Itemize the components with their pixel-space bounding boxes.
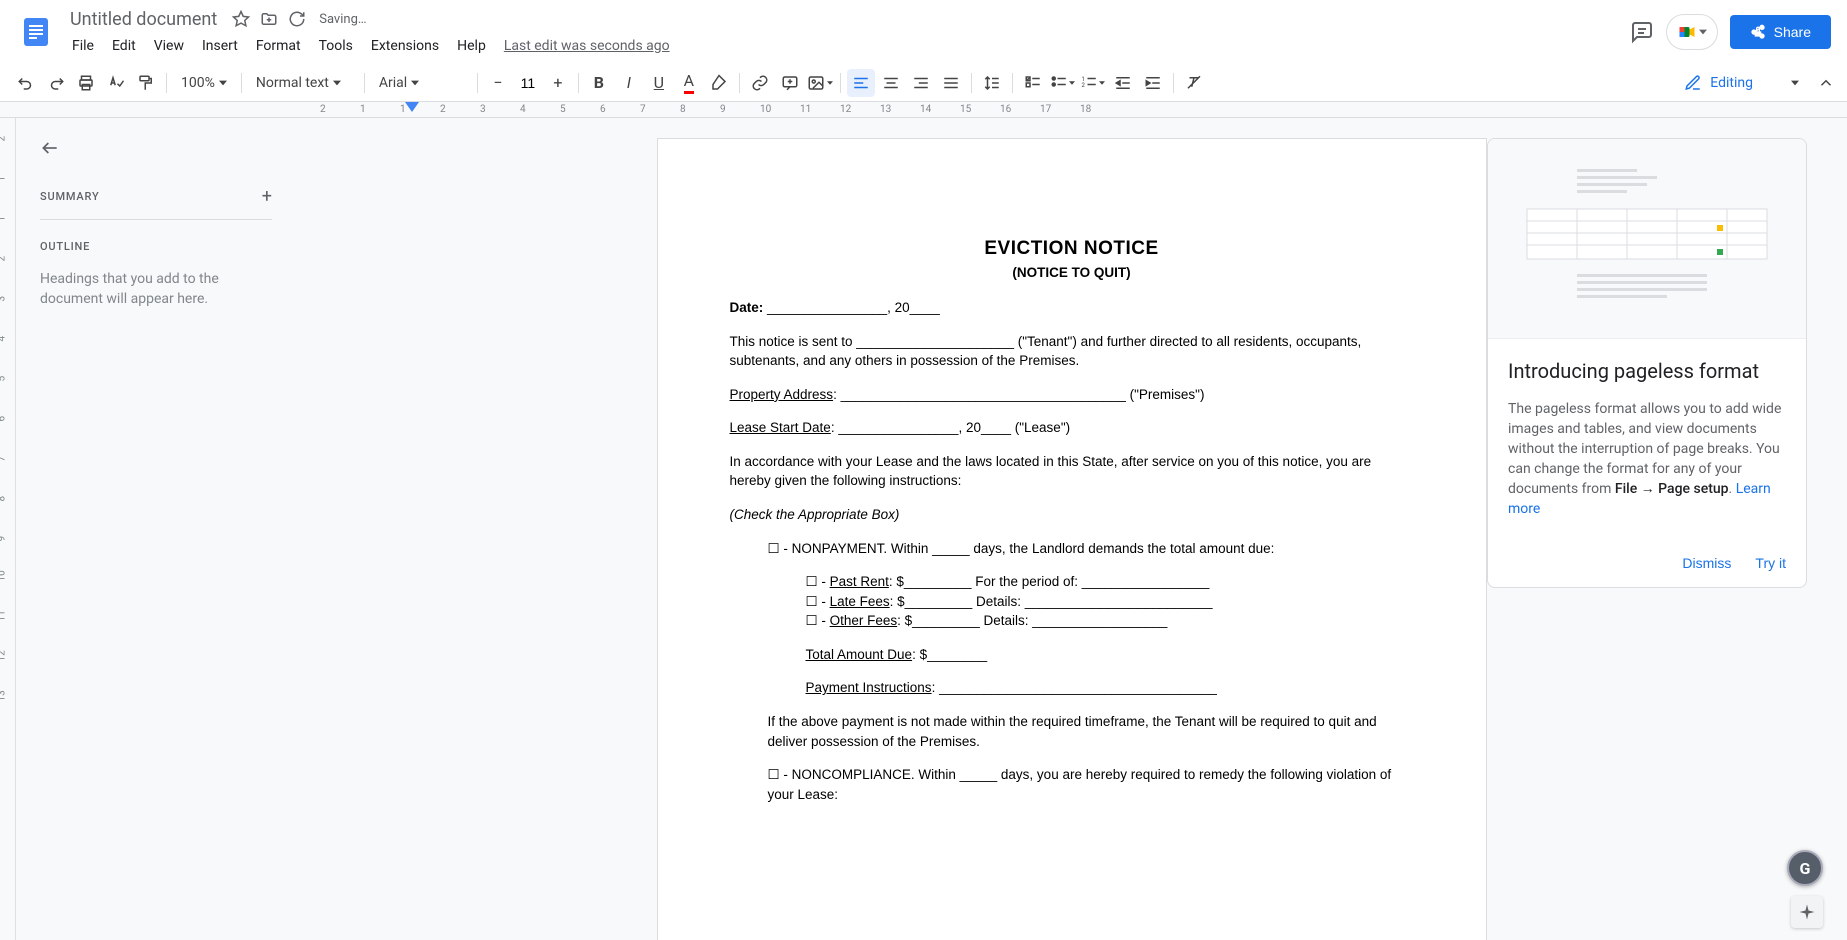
- fontsize-input[interactable]: [514, 75, 542, 91]
- paint-format-icon[interactable]: [132, 69, 160, 97]
- toolbar: 100% Normal text Arial − + B I U A 12 Ed…: [0, 64, 1847, 102]
- svg-text:2: 2: [1082, 81, 1086, 88]
- bullet-list-icon[interactable]: [1049, 69, 1077, 97]
- menu-view[interactable]: View: [146, 34, 192, 58]
- promo-text: The pageless format allows you to add wi…: [1508, 399, 1786, 519]
- summary-label: SUMMARY: [40, 190, 99, 203]
- outline-label: OUTLINE: [40, 240, 272, 253]
- meet-button[interactable]: [1666, 14, 1718, 50]
- promo-title: Introducing pageless format: [1508, 359, 1786, 383]
- highlight-icon[interactable]: [705, 69, 733, 97]
- comment-history-icon[interactable]: [1630, 20, 1654, 44]
- link-icon[interactable]: [746, 69, 774, 97]
- menu-file[interactable]: File: [64, 34, 102, 58]
- move-icon[interactable]: [259, 9, 279, 29]
- explore-icon[interactable]: [1791, 896, 1823, 928]
- add-summary-icon[interactable]: +: [262, 186, 272, 207]
- main-area: 2112345678910111213 SUMMARY + OUTLINE He…: [0, 118, 1847, 940]
- doc-heading: EVICTION NOTICE: [730, 235, 1414, 263]
- menu-bar: File Edit View Insert Format Tools Exten…: [64, 34, 1630, 58]
- outline-placeholder: Headings that you add to the document wi…: [40, 269, 272, 309]
- doc-subheading: (NOTICE TO QUIT): [730, 263, 1414, 283]
- menu-tools[interactable]: Tools: [311, 34, 361, 58]
- document-title[interactable]: Untitled document: [64, 7, 223, 32]
- outline-back-icon[interactable]: [40, 138, 64, 162]
- menu-edit[interactable]: Edit: [104, 34, 144, 58]
- line-spacing-icon[interactable]: [978, 69, 1006, 97]
- fontsize-inc-icon[interactable]: +: [544, 69, 572, 97]
- menu-insert[interactable]: Insert: [194, 34, 246, 58]
- indent-decrease-icon[interactable]: [1109, 69, 1137, 97]
- style-select[interactable]: Normal text: [248, 69, 358, 97]
- share-button[interactable]: Share: [1730, 15, 1831, 49]
- checklist-icon[interactable]: [1019, 69, 1047, 97]
- spellcheck-icon[interactable]: [102, 69, 130, 97]
- vertical-ruler[interactable]: 2112345678910111213: [0, 118, 16, 940]
- collapse-toolbar-icon[interactable]: [1817, 74, 1835, 92]
- zoom-select[interactable]: 100%: [173, 69, 235, 97]
- text-color-icon[interactable]: A: [675, 69, 703, 97]
- fontsize-dec-icon[interactable]: −: [484, 69, 512, 97]
- align-center-icon[interactable]: [877, 69, 905, 97]
- pageless-promo-card: Introducing pageless format The pageless…: [1487, 138, 1807, 588]
- indent-increase-icon[interactable]: [1139, 69, 1167, 97]
- menu-format[interactable]: Format: [248, 34, 309, 58]
- menu-extensions[interactable]: Extensions: [363, 34, 447, 58]
- share-label: Share: [1774, 24, 1811, 40]
- redo-icon[interactable]: [42, 69, 70, 97]
- grammarly-icon[interactable]: G: [1787, 850, 1823, 886]
- try-it-button[interactable]: Try it: [1755, 555, 1786, 571]
- last-edit-link[interactable]: Last edit was seconds ago: [504, 38, 670, 54]
- outline-panel: SUMMARY + OUTLINE Headings that you add …: [16, 118, 296, 940]
- align-right-icon[interactable]: [907, 69, 935, 97]
- title-bar: Untitled document Saving… File Edit View…: [0, 0, 1847, 64]
- menu-help[interactable]: Help: [449, 34, 494, 58]
- underline-icon[interactable]: U: [645, 69, 673, 97]
- dismiss-button[interactable]: Dismiss: [1682, 555, 1731, 571]
- undo-icon[interactable]: [12, 69, 40, 97]
- promo-illustration: [1488, 139, 1806, 339]
- saving-status: Saving…: [319, 12, 366, 27]
- numbered-list-icon[interactable]: 12: [1079, 69, 1107, 97]
- image-icon[interactable]: [806, 69, 834, 97]
- comment-icon[interactable]: [776, 69, 804, 97]
- document-page[interactable]: EVICTION NOTICE (NOTICE TO QUIT) Date: _…: [657, 138, 1487, 940]
- print-icon[interactable]: [72, 69, 100, 97]
- editing-mode-button[interactable]: Editing: [1676, 70, 1807, 96]
- docs-logo[interactable]: [16, 12, 56, 52]
- star-icon[interactable]: [231, 9, 251, 29]
- align-left-icon[interactable]: [847, 69, 875, 97]
- horizontal-ruler[interactable]: 21123456789101112131415161718: [0, 102, 1847, 118]
- cloud-status-icon: [287, 9, 307, 29]
- align-justify-icon[interactable]: [937, 69, 965, 97]
- bold-icon[interactable]: B: [585, 69, 613, 97]
- italic-icon[interactable]: I: [615, 69, 643, 97]
- font-select[interactable]: Arial: [371, 69, 471, 97]
- clear-format-icon[interactable]: [1180, 69, 1208, 97]
